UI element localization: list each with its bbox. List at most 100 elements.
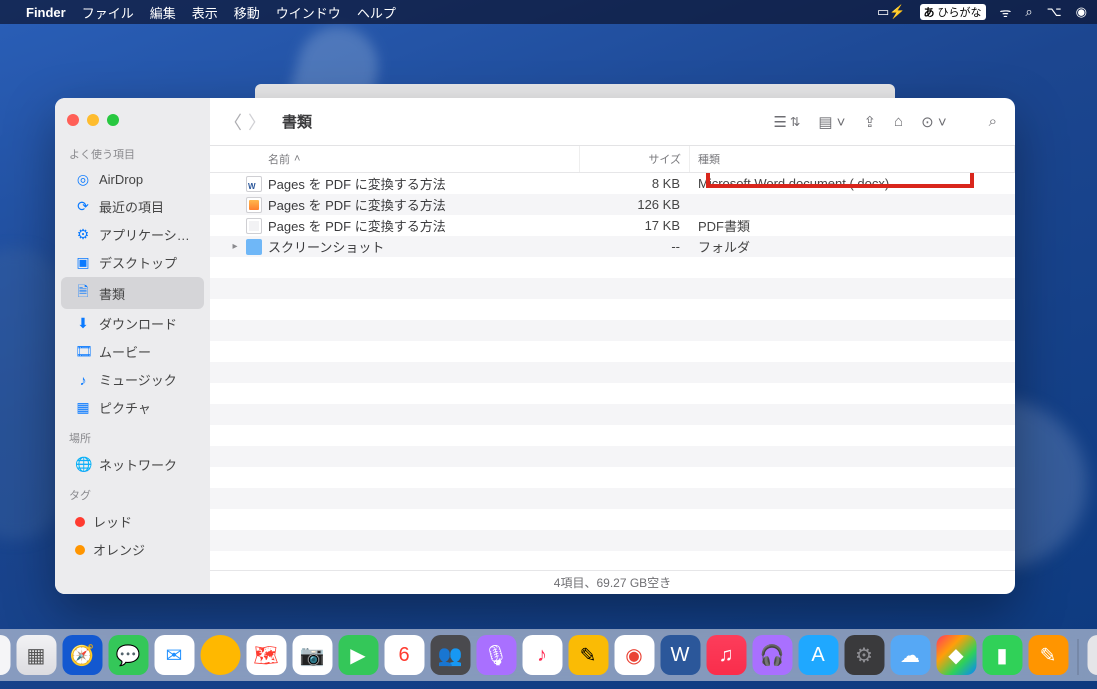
dock-app[interactable]: ☺: [0, 635, 10, 675]
dock-app[interactable]: ▦: [16, 635, 56, 675]
group-button[interactable]: ▤ ˅: [814, 110, 849, 134]
clock-icon: ⟳: [75, 198, 91, 215]
sidebar-item[interactable]: 🗎書類: [61, 277, 204, 309]
empty-row: [210, 467, 1015, 488]
forward-button[interactable]: 〉: [248, 109, 266, 135]
sidebar-item[interactable]: レッド: [61, 508, 204, 535]
sidebar-item[interactable]: ⬇ダウンロード: [61, 310, 204, 337]
file-size: 126 KB: [580, 197, 690, 212]
tag-color-icon: [75, 545, 85, 555]
dock-divider: [1077, 639, 1078, 675]
file-name: Pages を PDF に変換する方法: [268, 174, 446, 193]
search-button[interactable]: ⌕: [985, 110, 1001, 133]
battery-icon[interactable]: ▭⚡: [877, 4, 905, 20]
doc-icon: 🗎: [75, 281, 91, 305]
file-size: --: [580, 239, 690, 254]
dock-app[interactable]: 🎙: [476, 635, 516, 675]
sidebar-item-label: デスクトップ: [99, 253, 177, 272]
file-name: Pages を PDF に変換する方法: [268, 216, 446, 235]
menu-file[interactable]: ファイル: [82, 3, 134, 22]
movie-icon: 🎞: [75, 343, 91, 360]
sidebar-item-label: アプリケーシ…: [99, 225, 190, 244]
dock-app[interactable]: 🎧: [752, 635, 792, 675]
dock-app[interactable]: 🗺: [246, 635, 286, 675]
empty-row: [210, 299, 1015, 320]
dock-app[interactable]: ✎: [568, 635, 608, 675]
sidebar-item[interactable]: ♪ミュージック: [61, 366, 204, 393]
dock-app[interactable]: 🧭: [62, 635, 102, 675]
empty-row: [210, 530, 1015, 551]
dock-app[interactable]: ✎: [1028, 635, 1068, 675]
column-name[interactable]: 名前 ˄: [210, 146, 580, 172]
file-row[interactable]: ▸スクリーンショット--フォルダ: [210, 236, 1015, 257]
toolbar: 〈 〉 書類 ☰ ⇅ ▤ ˅ ⇪ ⌂ ⊙ ˅ ⌕: [210, 98, 1015, 146]
control-center-icon[interactable]: ⌥: [1047, 4, 1062, 20]
dock-app[interactable]: ☁: [890, 635, 930, 675]
file-row[interactable]: Pages を PDF に変換する方法 126 KB: [210, 194, 1015, 215]
file-row[interactable]: Pages を PDF に変換する方法17 KBPDF書類: [210, 215, 1015, 236]
sidebar-section-label: よく使う項目: [55, 138, 210, 166]
siri-icon[interactable]: ◉: [1076, 4, 1087, 20]
sidebar-item-label: ミュージック: [99, 370, 177, 389]
dock-app[interactable]: ♪: [522, 635, 562, 675]
file-name: Pages を PDF に変換する方法: [268, 195, 446, 214]
file-word-icon: [246, 176, 262, 192]
sidebar-item[interactable]: ▣デスクトップ: [61, 249, 204, 276]
menu-go[interactable]: 移動: [234, 3, 260, 22]
sidebar-item[interactable]: 🌐ネットワーク: [61, 451, 204, 478]
dock-app[interactable]: ♫: [706, 635, 746, 675]
zoom-button[interactable]: [107, 114, 119, 126]
window-title: 書類: [282, 111, 312, 132]
dock-app[interactable]: 👥: [430, 635, 470, 675]
dock-app[interactable]: ▮: [982, 635, 1022, 675]
annotation-highlight: [706, 173, 974, 188]
app-name[interactable]: Finder: [26, 5, 66, 20]
sidebar: よく使う項目◎AirDrop ⟳ 最近の項目 ⚙アプリケーシ…▣デスクトップ🗎書類⬇ダ…: [55, 98, 210, 594]
dock-app[interactable]: 6: [384, 635, 424, 675]
back-button[interactable]: 〈: [224, 109, 242, 135]
dock-app[interactable]: W: [660, 635, 700, 675]
globe-icon: 🌐: [75, 456, 91, 473]
empty-row: [210, 383, 1015, 404]
wifi-icon[interactable]: ᯤ: [1000, 3, 1012, 21]
dock-app[interactable]: 📷: [292, 635, 332, 675]
sidebar-item[interactable]: 🎞ムービー: [61, 338, 204, 365]
file-list: Pages を PDF に変換する方法8 KBMicrosoft Word do…: [210, 173, 1015, 570]
empty-row: [210, 257, 1015, 278]
view-list-button[interactable]: ☰ ⇅: [769, 110, 804, 134]
sidebar-section-label: 場所: [55, 422, 210, 450]
dock-app[interactable]: A: [798, 635, 838, 675]
spotlight-icon[interactable]: ⌕: [1025, 4, 1032, 20]
dock-app[interactable]: ⚙: [844, 635, 884, 675]
dock-app[interactable]: ◉: [614, 635, 654, 675]
minimize-button[interactable]: [87, 114, 99, 126]
tag-color-icon: [75, 517, 85, 527]
input-source[interactable]: あひらがな: [920, 4, 986, 20]
dock-app[interactable]: ✉: [154, 635, 194, 675]
sidebar-item[interactable]: ▦ピクチャ: [61, 394, 204, 421]
sidebar-item[interactable]: ⚙アプリケーシ…: [61, 221, 204, 248]
sidebar-item[interactable]: ◎AirDrop: [61, 167, 204, 192]
column-size[interactable]: サイズ: [580, 146, 690, 172]
dock-app[interactable]: 💬: [108, 635, 148, 675]
menu-help[interactable]: ヘルプ: [357, 3, 396, 22]
dock-app[interactable]: ▶: [338, 635, 378, 675]
dock-app[interactable]: [200, 635, 240, 675]
menu-edit[interactable]: 編集: [150, 3, 176, 22]
sidebar-section-label: タグ: [55, 479, 210, 507]
file-pdf-icon: [246, 218, 262, 234]
sidebar-item[interactable]: ⟳ 最近の項目: [61, 193, 204, 220]
disclosure-icon[interactable]: ▸: [230, 241, 240, 252]
column-kind[interactable]: 種類: [690, 146, 1015, 172]
file-pages-icon: [246, 197, 262, 213]
tags-button[interactable]: ⌂: [890, 110, 907, 133]
close-button[interactable]: [67, 114, 79, 126]
sidebar-item[interactable]: オレンジ: [61, 536, 204, 563]
action-button[interactable]: ⊙ ˅: [917, 110, 951, 134]
dock-app[interactable]: ◆: [936, 635, 976, 675]
menu-window[interactable]: ウインドウ: [276, 3, 341, 22]
sidebar-item-label: 最近の項目: [99, 197, 164, 216]
share-button[interactable]: ⇪: [859, 110, 880, 134]
menu-view[interactable]: 表示: [192, 3, 218, 22]
dock-trash[interactable]: 🗑: [1087, 635, 1097, 675]
